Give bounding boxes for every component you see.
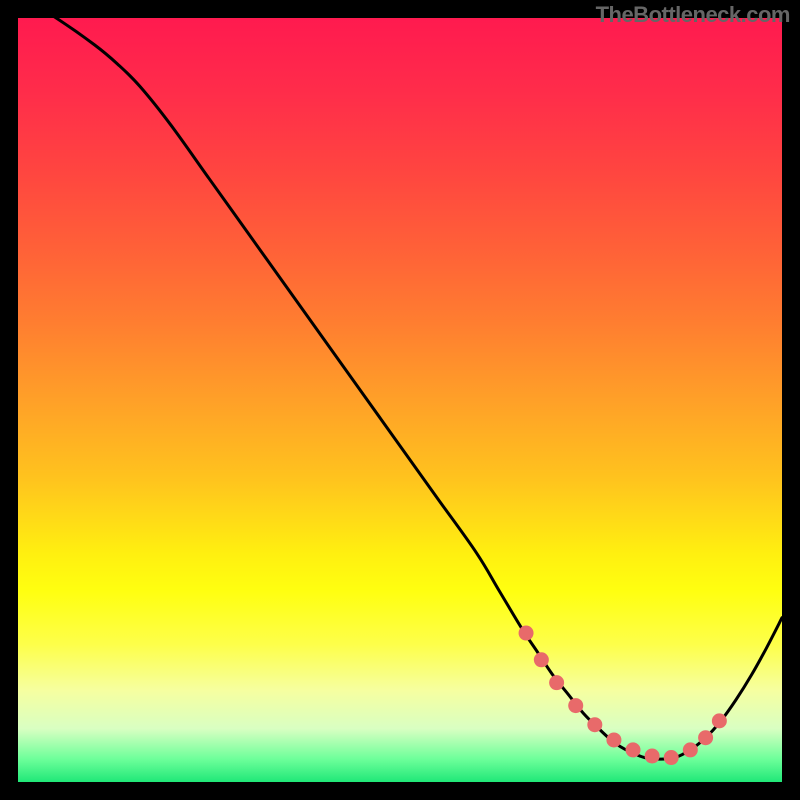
marker-dot (664, 750, 679, 765)
marker-dot (534, 652, 549, 667)
marker-dot (698, 730, 713, 745)
bottleneck-chart (18, 18, 782, 782)
marker-dot (626, 742, 641, 757)
marker-dot (519, 626, 534, 641)
gradient-background (18, 18, 782, 782)
marker-dot (587, 717, 602, 732)
chart-frame (18, 18, 782, 782)
marker-dot (568, 698, 583, 713)
marker-dot (683, 742, 698, 757)
marker-dot (549, 675, 564, 690)
marker-dot (606, 732, 621, 747)
watermark-text: TheBottleneck.com (596, 2, 790, 28)
marker-dot (645, 749, 660, 764)
marker-dot (712, 713, 727, 728)
